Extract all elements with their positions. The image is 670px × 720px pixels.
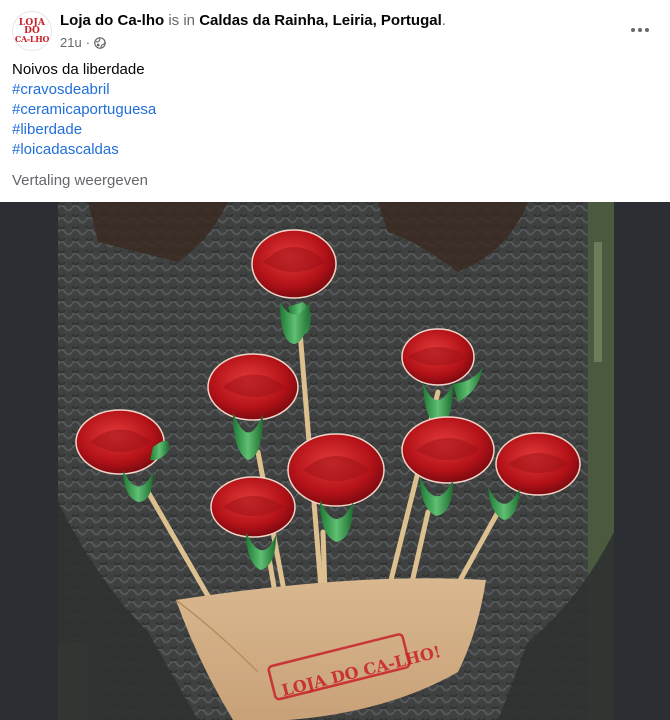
meta-separator: · <box>85 35 91 50</box>
post-header: LOJA DO CA-LHO Loja do Ca-lho is in Cald… <box>0 0 670 60</box>
location-suffix: . <box>441 12 446 29</box>
location-link[interactable]: Caldas da Rainha, Leiria, Portugal <box>199 12 442 29</box>
connector-text: is in <box>168 12 199 29</box>
see-translation-link[interactable]: Vertaling weergeven <box>12 172 148 189</box>
author-line: Loja do Ca-lho is in Caldas da Rainha, L… <box>60 12 446 29</box>
avatar-text-line-3: CA-LHO <box>14 34 50 44</box>
post-caption: Noivos da liberdade <box>12 61 145 78</box>
timestamp-link[interactable]: 21u <box>60 35 82 50</box>
page-avatar[interactable]: LOJA DO CA-LHO <box>12 11 52 51</box>
hashtag-link[interactable]: #cravosdeabril <box>12 80 156 100</box>
post-photo[interactable]: LOJA DO CA-LHO! <box>58 202 614 720</box>
more-options-icon[interactable] <box>622 14 658 46</box>
post-text: Noivos da liberdade #cravosdeabril #cera… <box>12 60 156 160</box>
globe-icon[interactable] <box>94 36 106 49</box>
hashtag-link[interactable]: #loicadascaldas <box>12 140 156 160</box>
author-name-link[interactable]: Loja do Ca-lho <box>60 12 164 29</box>
post-meta: 21u · <box>60 35 106 50</box>
hashtag-link[interactable]: #liberdade <box>12 120 156 140</box>
connector-word: is in <box>168 12 196 29</box>
media-area: LOJA DO CA-LHO! <box>0 202 670 720</box>
hashtag-link[interactable]: #ceramicaportuguesa <box>12 100 156 120</box>
